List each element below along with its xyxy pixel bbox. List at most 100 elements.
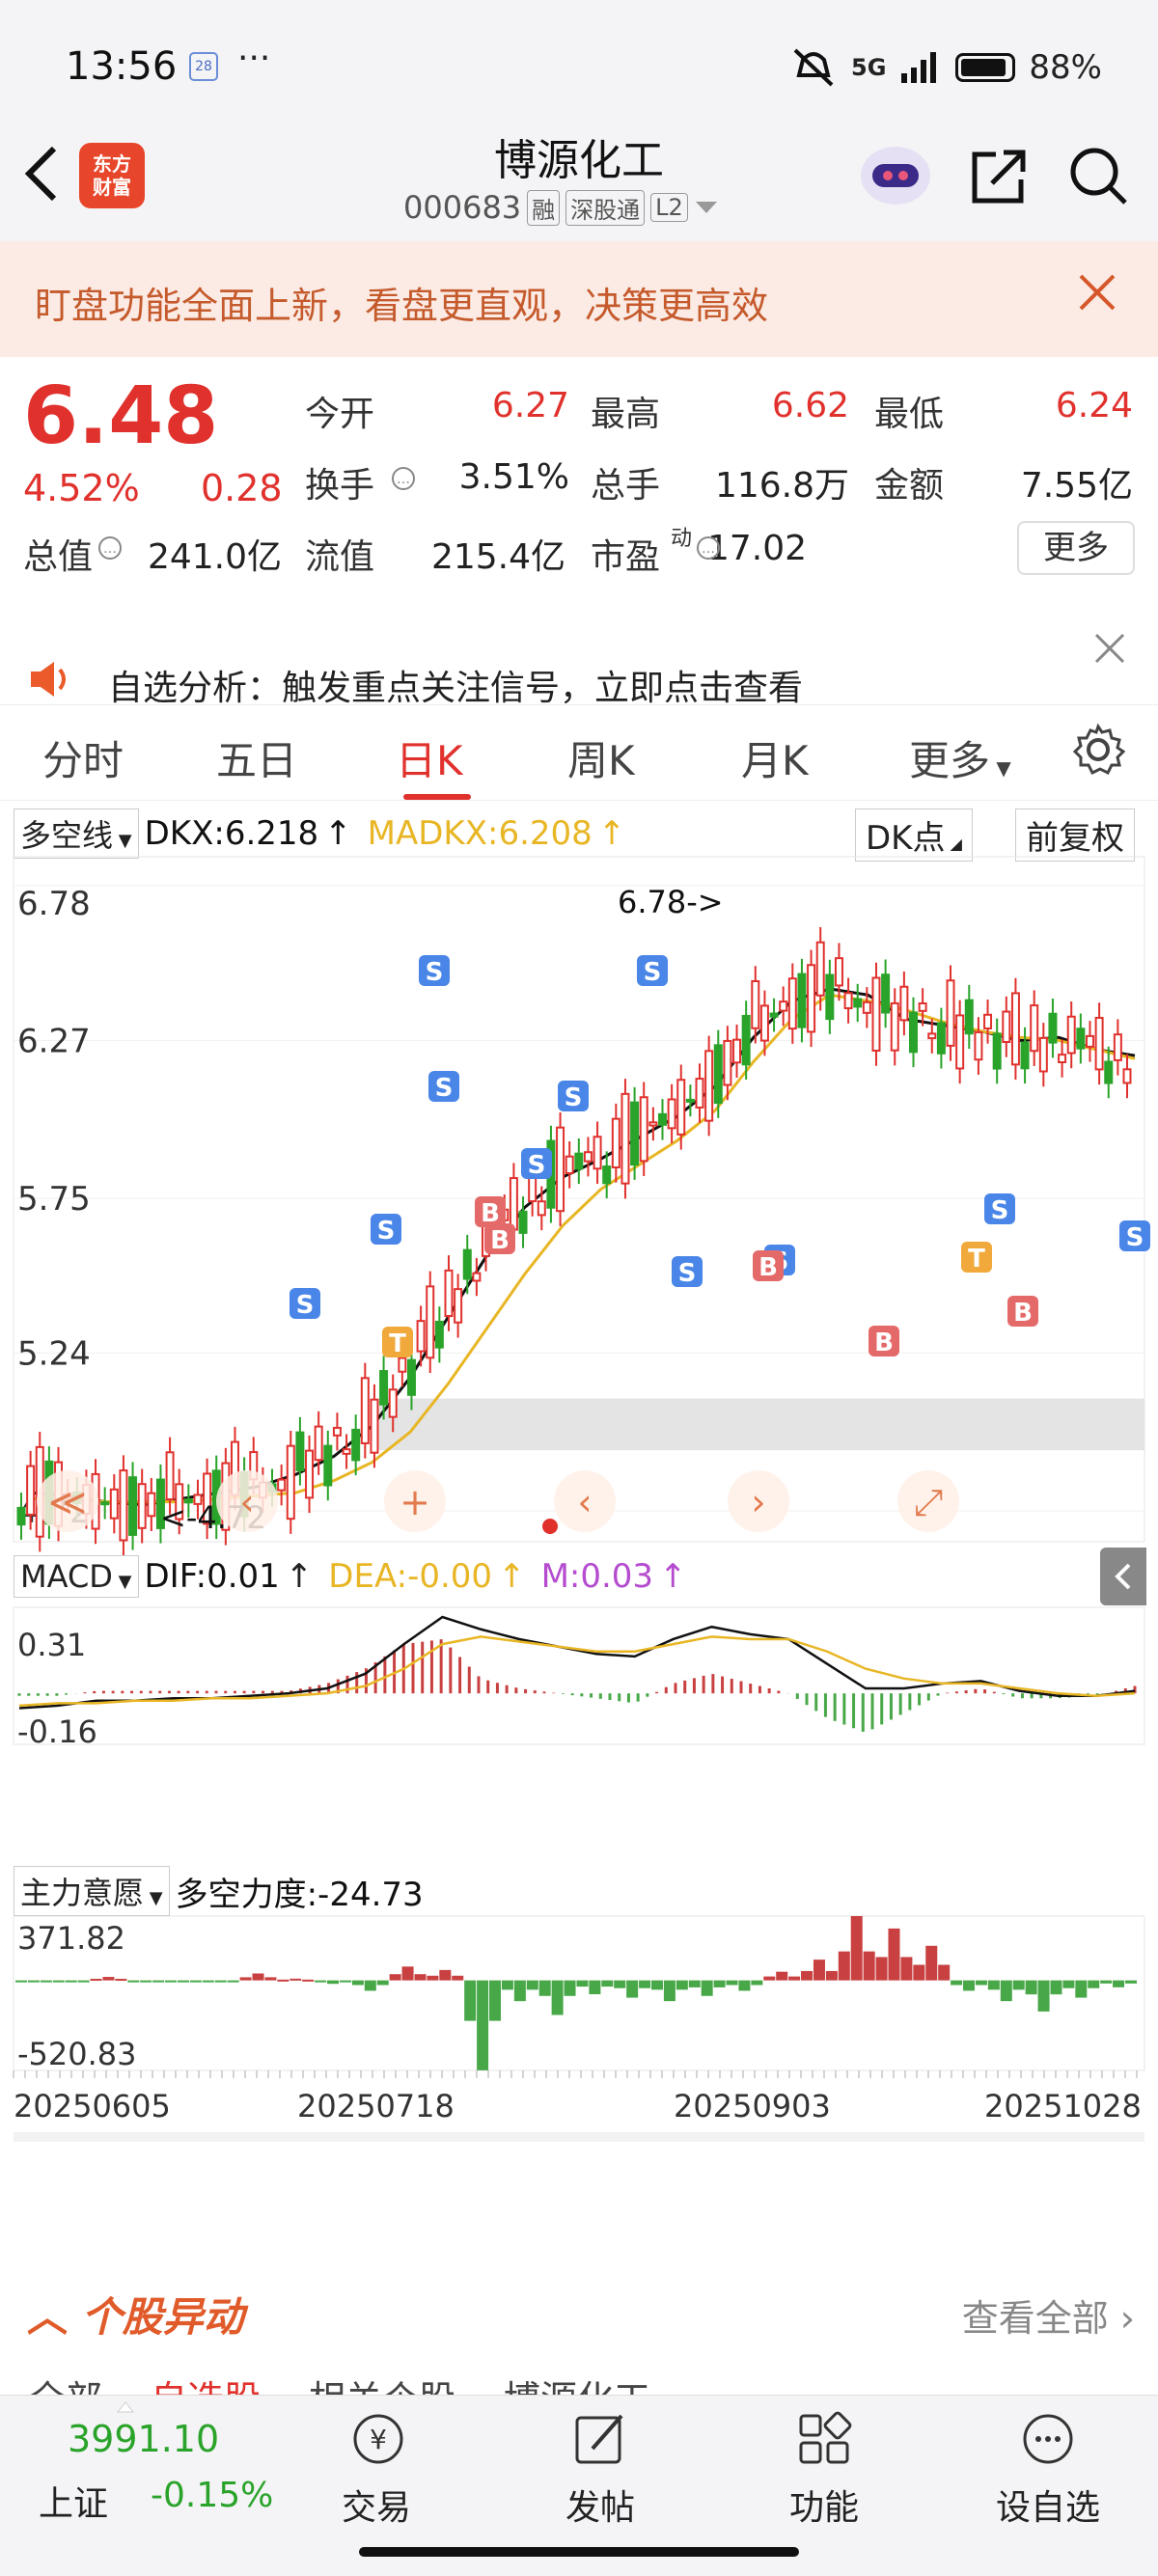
flow-bar — [713, 1980, 726, 1987]
tab-more[interactable]: 更多 ▼ — [909, 728, 1011, 787]
close-icon[interactable] — [1073, 264, 1121, 330]
arrow-up-icon: ↑ — [498, 1557, 526, 1596]
madkx-value: MADKX:6.208 — [367, 814, 593, 853]
flow-bar — [913, 1964, 925, 1981]
speaker-icon — [31, 662, 66, 697]
flow-bar — [1062, 1980, 1075, 1988]
signal-marker-label: S — [678, 1259, 697, 1288]
flow-bar — [427, 1975, 439, 1981]
candle-body — [843, 992, 853, 1010]
more-quote-button[interactable]: 更多 — [1017, 521, 1135, 575]
flow-bar — [414, 1974, 427, 1981]
robot-assistant-icon[interactable] — [859, 145, 930, 206]
info-icon[interactable]: … — [96, 534, 124, 562]
macd-selector-label: MACD — [20, 1558, 113, 1595]
zoom-in-icon: + — [400, 1481, 430, 1523]
signal-marker-label: B — [490, 1226, 510, 1255]
dea-line — [18, 1635, 1136, 1708]
flow-bar — [501, 1980, 513, 1990]
tab-intraday[interactable]: 分时 — [42, 728, 124, 787]
tab-five-day[interactable]: 五日 — [216, 728, 297, 787]
quote-label: 总值 — [23, 537, 94, 577]
nav-post[interactable]: 发帖 — [533, 2410, 668, 2530]
candle-body — [462, 1248, 472, 1280]
flow-bar — [738, 1980, 751, 1991]
flow-bar — [626, 1980, 639, 1998]
collapse-panel-button[interactable] — [1100, 1548, 1146, 1605]
candle-body — [648, 1121, 658, 1127]
nav-trade[interactable]: ¥ 交易 — [309, 2410, 444, 2530]
adjust-button[interactable]: 前复权 — [1015, 808, 1135, 862]
candle-body — [434, 1320, 444, 1349]
flow-bar — [439, 1969, 452, 1981]
promo-banner[interactable]: 盯盘功能全面上新，看盘更直观，决策更高效 — [0, 241, 1158, 357]
flow-bar — [227, 1980, 239, 1983]
candle-body — [1094, 1016, 1104, 1071]
gear-icon[interactable] — [1071, 723, 1126, 786]
candle-body — [1122, 1068, 1132, 1084]
flow-bar — [576, 1980, 589, 1987]
more-circle-icon — [1023, 2414, 1073, 2464]
info-icon[interactable]: … — [390, 465, 417, 492]
home-indicator[interactable] — [359, 2547, 799, 2557]
nav-functions[interactable]: 功能 — [757, 2410, 892, 2530]
candle-body — [128, 1476, 138, 1536]
flow-bar — [838, 1951, 850, 1981]
search-icon[interactable] — [1067, 145, 1129, 206]
stock-moves-section: ︿ 个股异动 查看全部 › — [0, 2267, 1158, 2364]
candle-body — [351, 1428, 361, 1462]
flow-bar — [751, 1980, 763, 1986]
x-tick-label: 20250605 — [14, 2088, 171, 2124]
flow-bar — [1125, 1980, 1137, 1984]
tab-daily-k[interactable]: 日K — [396, 728, 463, 787]
flow-selector[interactable]: 主力意愿 ▼ — [14, 1866, 170, 1916]
candle-body — [630, 1101, 640, 1166]
signal-marker-label: S — [565, 1083, 583, 1112]
support-zone-band — [376, 1398, 1144, 1451]
macd-selector[interactable]: MACD ▼ — [14, 1555, 139, 1598]
candle-body — [1066, 1015, 1076, 1055]
tab-monthly-k[interactable]: 月K — [741, 728, 809, 787]
candle-body — [314, 1425, 323, 1462]
nav-trade-label: 交易 — [341, 2488, 411, 2528]
flow-bar — [863, 1951, 875, 1981]
candle-body — [277, 1478, 287, 1492]
dk-point-label: DK点 — [866, 819, 946, 858]
candle-body — [759, 1004, 769, 1042]
share-icon[interactable] — [969, 145, 1031, 206]
chevron-right-icon: › — [1108, 2297, 1135, 2340]
y-tick-label: -520.83 — [17, 2036, 137, 2072]
flow-bar — [214, 1980, 227, 1983]
dk-point-button[interactable]: DK点 ◢ — [855, 808, 973, 862]
quote-label: 换手 — [305, 466, 375, 506]
candle-body — [305, 1449, 315, 1499]
chevron-down-icon[interactable] — [694, 198, 719, 217]
indicator-selector[interactable]: 多空线 ▼ — [14, 808, 139, 859]
candle-body — [946, 979, 955, 1047]
close-icon[interactable] — [1090, 623, 1129, 679]
candle-body — [871, 976, 881, 1053]
fullscreen-icon: ⤢ — [914, 1481, 943, 1523]
candle-body — [741, 1014, 751, 1066]
candle-body — [286, 1444, 295, 1521]
nav-functions-label: 功能 — [788, 2488, 859, 2528]
flow-bar — [40, 1980, 52, 1983]
notification-icon: 28 — [189, 52, 218, 81]
quote-label: 最高 — [591, 395, 661, 434]
index-change: -0.15% — [151, 2476, 274, 2515]
flow-bar — [327, 1980, 340, 1985]
flow-bar — [489, 1980, 502, 2021]
candle-body — [685, 1098, 695, 1103]
see-all-link[interactable]: 查看全部 › — [962, 2288, 1135, 2342]
tab-weekly-k[interactable]: 周K — [567, 728, 635, 787]
flow-bar — [364, 1980, 376, 1991]
index-value[interactable]: 3991.10 — [68, 2418, 219, 2460]
left-icon: ‹ — [577, 1481, 592, 1523]
tab-more-label: 更多 — [909, 737, 991, 784]
y-tick-label: 6.27 — [17, 1022, 91, 1060]
info-icon[interactable]: … — [695, 534, 722, 562]
candle-body — [509, 1177, 518, 1231]
analysis-alert[interactable]: 自选分析：触发重点关注信号，立即点击查看 — [0, 598, 1158, 708]
nav-add-watchlist[interactable]: 设自选 — [980, 2410, 1116, 2530]
flow-bar — [252, 1973, 264, 1981]
